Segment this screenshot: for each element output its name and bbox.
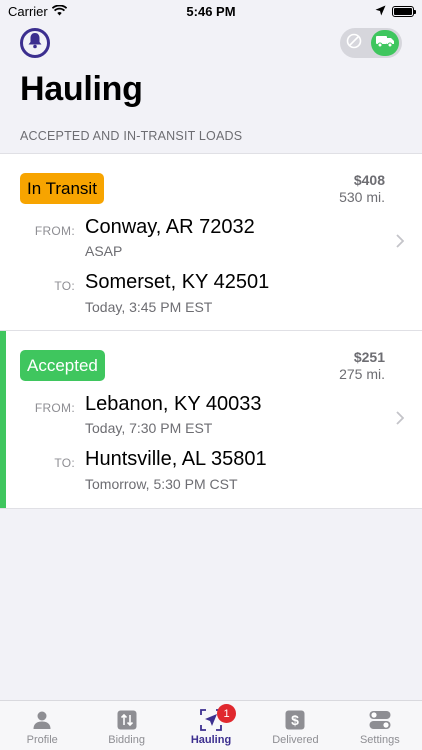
- arrows-updown-icon: [116, 709, 138, 731]
- status-right: [375, 4, 416, 19]
- tab-bidding[interactable]: Bidding: [84, 701, 168, 750]
- load-card-in-transit[interactable]: In Transit $408 530 mi. FROM: Conway, AR…: [0, 153, 422, 331]
- tab-bar: Profile Bidding 1 Hauling $ Delivered Se…: [0, 700, 422, 750]
- pickup-time: ASAP: [85, 243, 123, 259]
- delivery-time: Today, 3:45 PM EST: [85, 299, 213, 315]
- destination-location: Somerset, KY 42501: [85, 271, 270, 293]
- chevron-right-icon: [396, 234, 405, 253]
- delivery-time: Tomorrow, 5:30 PM CST: [85, 476, 238, 492]
- tab-settings[interactable]: Settings: [338, 701, 422, 750]
- toggles-icon: [369, 709, 391, 731]
- tab-profile[interactable]: Profile: [0, 701, 84, 750]
- load-price: $408: [353, 172, 385, 188]
- from-label: FROM:: [34, 224, 75, 238]
- status-bar: Carrier 5:46 PM: [0, 0, 422, 24]
- section-header: ACCEPTED AND IN-TRANSIT LOADS: [20, 129, 243, 143]
- status-badge: In Transit: [20, 173, 104, 204]
- load-distance: 275 mi.: [339, 366, 385, 382]
- location-icon: [375, 4, 386, 19]
- toggle-on-option[interactable]: [371, 30, 399, 56]
- toggle-off-option[interactable]: [343, 32, 365, 54]
- pickup-time: Today, 7:30 PM EST: [85, 420, 213, 436]
- truck-icon: [375, 34, 395, 53]
- dollar-icon: $: [284, 709, 306, 731]
- origin-location: Lebanon, KY 40033: [85, 393, 262, 415]
- destination-location: Huntsville, AL 35801: [85, 448, 267, 470]
- origin-location: Conway, AR 72032: [85, 216, 255, 238]
- notification-badge: 1: [217, 704, 237, 723]
- bell-icon: [27, 32, 43, 54]
- notifications-button[interactable]: [20, 28, 50, 58]
- tab-delivered[interactable]: $ Delivered: [253, 701, 337, 750]
- tab-label: Delivered: [272, 734, 319, 746]
- tab-label: Settings: [359, 734, 400, 746]
- availability-toggle[interactable]: [340, 28, 402, 58]
- tab-label: Bidding: [108, 734, 145, 746]
- load-price: $251: [353, 349, 385, 365]
- tab-label: Hauling: [190, 734, 232, 746]
- unavailable-icon: [346, 33, 362, 54]
- page-title: Hauling: [20, 70, 143, 108]
- from-label: FROM:: [34, 401, 75, 415]
- load-list: In Transit $408 530 mi. FROM: Conway, AR…: [0, 153, 422, 509]
- tab-hauling[interactable]: 1 Hauling: [169, 701, 253, 750]
- to-label: TO:: [54, 456, 75, 470]
- accepted-indicator-bar: [0, 331, 6, 508]
- status-badge: Accepted: [20, 350, 105, 381]
- tab-label: Profile: [26, 734, 58, 746]
- battery-icon: [392, 6, 416, 17]
- load-card-accepted[interactable]: Accepted $251 275 mi. FROM: Lebanon, KY …: [0, 331, 422, 509]
- load-distance: 530 mi.: [339, 189, 385, 205]
- clock: 5:46 PM: [186, 4, 236, 19]
- chevron-right-icon: [396, 411, 405, 430]
- svg-text:$: $: [292, 712, 300, 728]
- person-icon: [31, 709, 53, 731]
- to-label: TO:: [54, 279, 75, 293]
